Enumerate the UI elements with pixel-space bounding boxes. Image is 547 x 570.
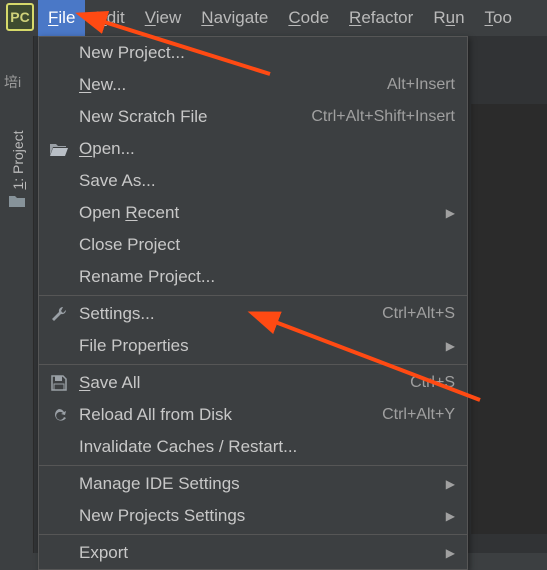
submenu-arrow-icon: ▶ [446,477,455,491]
file-dropdown-menu: New Project... New...Alt+Insert New Scra… [38,36,468,570]
menu-item-label: Save All [79,373,410,393]
menu-item-open-recent[interactable]: Open Recent▶ [39,197,467,229]
menu-item-save-as[interactable]: Save As... [39,165,467,197]
menu-item-label: Open... [79,139,455,159]
menu-item-close-project[interactable]: Close Project [39,229,467,261]
menu-bar: File Edit View Navigate Code Refactor Ru… [38,0,547,36]
reload-icon [49,405,69,425]
menu-item-new-projects-settings[interactable]: New Projects Settings▶ [39,500,467,532]
menu-item-new-scratch[interactable]: New Scratch FileCtrl+Alt+Shift+Insert [39,101,467,133]
menu-item-rename-project[interactable]: Rename Project... [39,261,467,293]
menu-refactor[interactable]: Refactor [339,0,423,36]
shortcut-text: Ctrl+S [410,374,455,392]
menu-item-label: New Project... [79,43,455,63]
menu-item-label: Close Project [79,235,455,255]
ide-window: PC File Edit View Navigate Code Refactor… [0,0,547,553]
menu-item-label: Invalidate Caches / Restart... [79,437,455,457]
save-icon [49,373,69,393]
menu-tools[interactable]: Too [475,0,522,36]
menu-item-save-all[interactable]: Save AllCtrl+S [39,367,467,399]
menu-item-label: New Projects Settings [79,506,446,526]
submenu-arrow-icon: ▶ [446,509,455,523]
left-sidebar: 培i 1: Project [0,36,34,553]
menu-file[interactable]: File [38,0,85,36]
menu-item-label: Settings... [79,304,382,324]
menu-item-label: File Properties [79,336,446,356]
menu-item-file-properties[interactable]: File Properties▶ [39,330,467,362]
menu-item-open[interactable]: Open... [39,133,467,165]
menu-navigate[interactable]: Navigate [191,0,278,36]
app-icon: PC [6,3,34,31]
menu-item-label: Open Recent [79,203,446,223]
menu-item-label: New Scratch File [79,107,311,127]
shortcut-text: Ctrl+Alt+S [382,305,455,323]
app-icon-text: PC [10,9,29,25]
menu-item-label: Manage IDE Settings [79,474,446,494]
folder-open-icon [49,139,69,159]
menu-item-export[interactable]: Export▶ [39,537,467,569]
submenu-arrow-icon: ▶ [446,339,455,353]
menu-item-settings[interactable]: Settings...Ctrl+Alt+S [39,298,467,330]
submenu-arrow-icon: ▶ [446,206,455,220]
menu-item-label: Export [79,543,446,563]
submenu-arrow-icon: ▶ [446,546,455,560]
menu-edit[interactable]: Edit [85,0,134,36]
menu-view[interactable]: View [135,0,192,36]
menu-item-reload[interactable]: Reload All from DiskCtrl+Alt+Y [39,399,467,431]
menu-item-label: Save As... [79,171,455,191]
menu-item-label: Rename Project... [79,267,455,287]
shortcut-text: Ctrl+Alt+Y [382,406,455,424]
shortcut-text: Ctrl+Alt+Shift+Insert [311,108,455,126]
background-panel [471,104,547,534]
shortcut-text: Alt+Insert [387,76,455,94]
menu-separator [39,534,467,535]
menu-run[interactable]: Run [423,0,474,36]
menu-separator [39,465,467,466]
menu-item-label: New... [79,75,387,95]
sidebar-truncated-text: 培i [4,72,21,92]
menu-item-new[interactable]: New...Alt+Insert [39,69,467,101]
menu-separator [39,364,467,365]
menu-item-invalidate[interactable]: Invalidate Caches / Restart... [39,431,467,463]
project-tool-tab[interactable]: 1: Project [0,106,34,226]
menu-code[interactable]: Code [278,0,339,36]
wrench-icon [49,304,69,324]
menu-item-label: Reload All from Disk [79,405,382,425]
folder-icon [8,194,26,208]
menu-separator [39,295,467,296]
menu-item-manage-ide[interactable]: Manage IDE Settings▶ [39,468,467,500]
menu-item-new-project[interactable]: New Project... [39,37,467,69]
